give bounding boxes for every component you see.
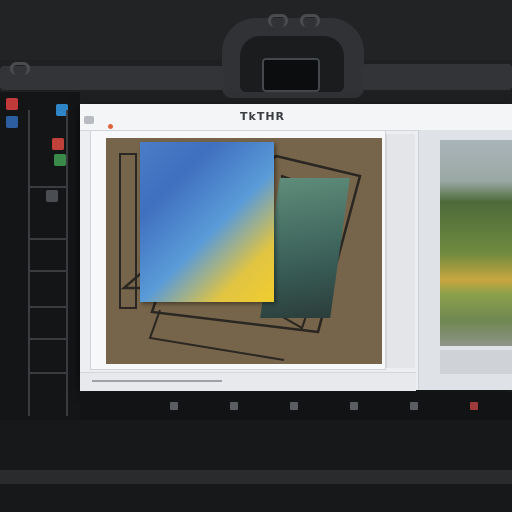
move-icon[interactable] xyxy=(6,98,18,110)
device-base xyxy=(0,420,512,512)
preview-image[interactable] xyxy=(440,140,512,346)
camera-right-shoulder xyxy=(362,64,512,90)
grid-icon[interactable] xyxy=(290,402,298,410)
track-divider xyxy=(28,372,68,374)
progress-line xyxy=(92,380,222,382)
menu-icon[interactable] xyxy=(84,116,94,124)
track-divider xyxy=(28,306,68,308)
export-icon[interactable] xyxy=(470,402,478,410)
track-divider xyxy=(28,238,68,240)
rotate-icon[interactable] xyxy=(410,402,418,410)
preview-thumbnails[interactable] xyxy=(440,350,512,374)
vertical-scrollbar[interactable] xyxy=(386,134,415,368)
track-divider xyxy=(28,270,68,272)
strap-loop-icon xyxy=(10,62,30,75)
layer-gradient[interactable] xyxy=(140,142,274,302)
crop-icon[interactable] xyxy=(350,402,358,410)
device-edge xyxy=(0,470,512,484)
strap-loop-icon xyxy=(268,14,288,27)
viewfinder-window xyxy=(262,58,320,92)
play-icon[interactable] xyxy=(170,402,178,410)
window-titlebar[interactable] xyxy=(80,104,512,131)
track-divider xyxy=(28,338,68,340)
settings-icon[interactable] xyxy=(230,402,238,410)
close-icon[interactable] xyxy=(108,124,113,129)
camera-left-shoulder xyxy=(0,66,224,90)
timeline-track[interactable] xyxy=(28,110,68,416)
track-divider xyxy=(28,186,68,188)
strap-loop-icon xyxy=(300,14,320,27)
brush-icon[interactable] xyxy=(6,116,18,128)
window-title: TkTHR xyxy=(240,110,285,123)
